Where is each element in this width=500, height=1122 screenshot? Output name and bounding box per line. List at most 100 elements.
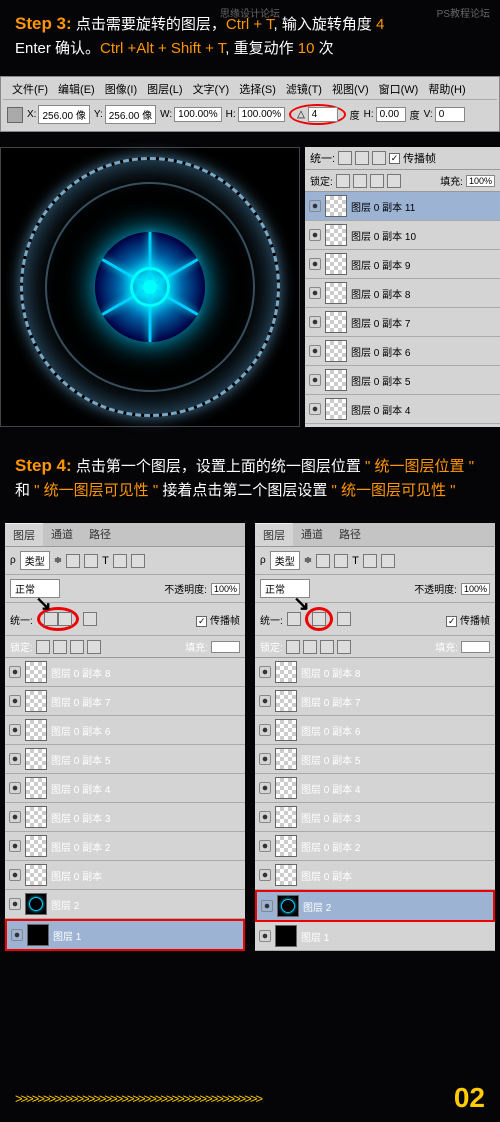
tab-channels[interactable]: 通道 (43, 523, 81, 546)
layer-row[interactable]: 图层 0 副本 6 (255, 716, 495, 745)
menu-bar[interactable]: 文件(F)编辑(E)图像(I)图层(L)文字(Y)选择(S)滤镜(T)视图(V)… (3, 79, 497, 99)
tab-layers[interactable]: 图层 (255, 523, 293, 546)
layer-row[interactable]: 图层 0 副本 (255, 861, 495, 890)
layer-row[interactable]: 图层 0 副本 5 (255, 745, 495, 774)
layer-row[interactable]: 图层 0 副本 4 (255, 774, 495, 803)
tab-layers[interactable]: 图层 (5, 523, 43, 546)
lock-icon[interactable] (70, 640, 84, 654)
eye-icon[interactable] (309, 316, 321, 328)
eye-icon[interactable] (9, 869, 21, 881)
lock-icon[interactable] (53, 640, 67, 654)
lock-icon[interactable] (337, 640, 351, 654)
unify-style-icon[interactable] (83, 612, 97, 626)
propagate-checkbox[interactable]: ✓ (196, 616, 207, 627)
layer-row[interactable]: 图层 0 副本 7 (305, 308, 500, 337)
eye-icon[interactable] (9, 840, 21, 852)
eye-icon[interactable] (259, 782, 271, 794)
layer-row[interactable]: 图层 1 (255, 922, 495, 951)
filter-icon[interactable] (334, 554, 348, 568)
layer-row[interactable]: 图层 0 副本 9 (305, 250, 500, 279)
unify-style-icon[interactable] (337, 612, 351, 626)
layer-row[interactable]: 图层 0 副本 5 (5, 745, 245, 774)
layer-row[interactable]: 图层 0 副本 6 (305, 337, 500, 366)
lock-icon[interactable] (303, 640, 317, 654)
layer-row[interactable]: 图层 0 副本 4 (5, 774, 245, 803)
layer-row[interactable]: 图层 0 副本 5 (305, 366, 500, 395)
tab-paths[interactable]: 路径 (81, 523, 119, 546)
eye-icon[interactable] (309, 403, 321, 415)
layer-row[interactable]: 图层 0 副本 11 (305, 192, 500, 221)
eye-icon[interactable] (309, 200, 321, 212)
layer-row[interactable]: 图层 2 (5, 890, 245, 919)
filter-icon[interactable] (131, 554, 145, 568)
propagate-checkbox[interactable]: ✓ (389, 153, 400, 164)
lock-icon[interactable] (387, 174, 401, 188)
eye-icon[interactable] (9, 724, 21, 736)
eye-icon[interactable] (309, 345, 321, 357)
eye-icon[interactable] (259, 695, 271, 707)
eye-icon[interactable] (259, 811, 271, 823)
layer-thumb (325, 195, 347, 217)
layer-row[interactable]: 图层 0 副本 8 (5, 658, 245, 687)
reference-point-icon[interactable] (7, 107, 23, 123)
eye-icon[interactable] (259, 666, 271, 678)
lock-icon[interactable] (336, 174, 350, 188)
unify-visibility-icon[interactable] (312, 612, 326, 626)
eye-icon[interactable] (309, 374, 321, 386)
layer-row[interactable]: 图层 0 副本 7 (5, 687, 245, 716)
unify-visibility-icon[interactable] (58, 612, 72, 626)
filter-icon[interactable] (66, 554, 80, 568)
eye-icon[interactable] (309, 229, 321, 241)
step3-display: 统一: ✓ 传播帧 锁定: 填充: 100% 图层 0 副本 11 图层 0 副… (0, 147, 500, 427)
layer-row[interactable]: 图层 0 副本 8 (255, 658, 495, 687)
layer-row[interactable]: 图层 0 副本 3 (5, 803, 245, 832)
layer-row[interactable]: 图层 0 副本 (5, 861, 245, 890)
propagate-checkbox[interactable]: ✓ (446, 616, 457, 627)
layer-row[interactable]: 图层 0 副本 10 (305, 221, 500, 250)
eye-icon[interactable] (9, 782, 21, 794)
filter-icon[interactable] (363, 554, 377, 568)
filter-icon[interactable] (381, 554, 395, 568)
layer-row[interactable]: 图层 0 副本 2 (255, 832, 495, 861)
layer-row[interactable]: 图层 0 副本 3 (255, 803, 495, 832)
eye-icon[interactable] (259, 724, 271, 736)
unify-icon[interactable] (338, 151, 352, 165)
tab-paths[interactable]: 路径 (331, 523, 369, 546)
unify-icon[interactable] (372, 151, 386, 165)
layer-row[interactable]: 图层 0 副本 6 (5, 716, 245, 745)
eye-icon[interactable] (261, 900, 273, 912)
filter-icon[interactable] (84, 554, 98, 568)
eye-icon[interactable] (309, 287, 321, 299)
lock-icon[interactable] (36, 640, 50, 654)
lock-icon[interactable] (370, 174, 384, 188)
eye-icon[interactable] (259, 753, 271, 765)
lock-icon[interactable] (320, 640, 334, 654)
eye-icon[interactable] (9, 753, 21, 765)
layers-panel-step3: 统一: ✓ 传播帧 锁定: 填充: 100% 图层 0 副本 11 图层 0 副… (305, 147, 500, 427)
layer-row-highlighted[interactable]: 图层 2 (255, 890, 495, 922)
eye-icon[interactable] (9, 695, 21, 707)
lock-icon[interactable] (353, 174, 367, 188)
eye-icon[interactable] (309, 258, 321, 270)
eye-icon[interactable] (11, 929, 23, 941)
eye-icon[interactable] (9, 666, 21, 678)
layer-row[interactable]: 图层 0 副本 2 (5, 832, 245, 861)
tab-channels[interactable]: 通道 (293, 523, 331, 546)
filter-icon[interactable] (316, 554, 330, 568)
unify-icon[interactable] (355, 151, 369, 165)
filter-icon[interactable] (113, 554, 127, 568)
lock-icon[interactable] (87, 640, 101, 654)
eye-icon[interactable] (9, 811, 21, 823)
layer-row[interactable]: 图层 0 副本 7 (255, 687, 495, 716)
layer-row[interactable]: 图层 0 副本 4 (305, 395, 500, 424)
lock-icon[interactable] (286, 640, 300, 654)
layer-row-highlighted[interactable]: 图层 1 (5, 919, 245, 951)
layer-thumb (325, 253, 347, 275)
layer-row[interactable]: 图层 0 副本 8 (305, 279, 500, 308)
panel-tabs: 图层 通道 路径 (5, 523, 245, 547)
eye-icon[interactable] (9, 898, 21, 910)
eye-icon[interactable] (259, 869, 271, 881)
eye-icon[interactable] (259, 840, 271, 852)
eye-icon[interactable] (259, 930, 271, 942)
step4-text: Step 4: 点击第一个图层，设置上面的统一图层位置 " 统一图层位置 " 和… (0, 442, 500, 513)
